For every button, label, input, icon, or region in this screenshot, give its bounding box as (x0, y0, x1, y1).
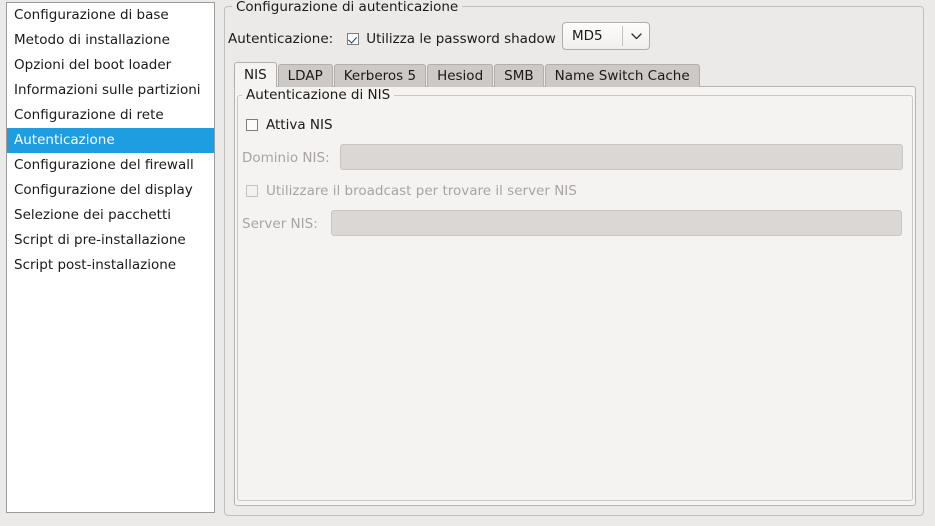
crypt-algorithm-dropdown[interactable]: MD5 (562, 22, 650, 50)
sidebar-item-label: Script di pre-installazione (14, 232, 186, 248)
enable-nis-label: Attiva NIS (266, 117, 333, 133)
navigation-list[interactable]: Configurazione di base Metodo di install… (6, 2, 215, 513)
sidebar-item-label: Configurazione di rete (14, 107, 164, 123)
nis-broadcast-label: Utilizzare il broadcast per trovare il s… (266, 183, 577, 199)
sidebar-item-configurazione-di-base[interactable]: Configurazione di base (7, 3, 214, 28)
sidebar-item-opzioni-del-boot-loader[interactable]: Opzioni del boot loader (7, 53, 214, 78)
nis-broadcast-checkbox: Utilizzare il broadcast per trovare il s… (246, 183, 577, 199)
nis-server-input (331, 210, 902, 236)
sidebar-item-autenticazione[interactable]: Autenticazione (7, 128, 214, 153)
sidebar-item-label: Configurazione di base (14, 7, 169, 23)
sidebar-item-informazioni-sulle-partizioni[interactable]: Informazioni sulle partizioni (7, 78, 214, 103)
nis-server-label: Server NIS: (242, 216, 318, 232)
shadow-password-label: Utilizza le password shadow (366, 31, 556, 47)
sidebar-item-configurazione-del-firewall[interactable]: Configurazione del firewall (7, 153, 214, 178)
nis-domain-label: Dominio NIS: (242, 150, 330, 166)
checkbox-check-icon[interactable] (347, 33, 360, 45)
tab-kerberos-5[interactable]: Kerberos 5 (333, 64, 427, 87)
sidebar-item-script-di-pre-installazione[interactable]: Script di pre-installazione (7, 228, 214, 253)
authentication-label: Autenticazione: (228, 31, 334, 47)
sidebar-item-selezione-dei-pacchetti[interactable]: Selezione dei pacchetti (7, 203, 214, 228)
sidebar-item-configurazione-del-display[interactable]: Configurazione del display (7, 178, 214, 203)
sidebar-item-label: Informazioni sulle partizioni (14, 82, 201, 98)
sidebar-item-label: Autenticazione (14, 132, 115, 148)
sidebar-item-label: Configurazione del display (14, 182, 193, 198)
tab-smb[interactable]: SMB (494, 64, 544, 87)
tab-hesiod[interactable]: Hesiod (427, 64, 494, 87)
sidebar-item-script-post-installazione[interactable]: Script post-installazione (7, 253, 214, 278)
shadow-password-checkbox[interactable]: Utilizza le password shadow (347, 31, 556, 47)
tab-ldap[interactable]: LDAP (277, 64, 333, 87)
tab-nis[interactable]: NIS (234, 62, 277, 87)
checkbox-box-icon[interactable] (246, 119, 258, 131)
nis-authentication-title: Autenticazione di NIS (242, 87, 395, 104)
sidebar-item-metodo-di-installazione[interactable]: Metodo di installazione (7, 28, 214, 53)
sidebar-item-label: Configurazione del firewall (14, 157, 194, 173)
chevron-down-icon[interactable] (623, 32, 649, 40)
sidebar-item-configurazione-di-rete[interactable]: Configurazione di rete (7, 103, 214, 128)
sidebar-item-label: Opzioni del boot loader (14, 57, 172, 73)
sidebar-item-label: Script post-installazione (14, 257, 177, 273)
sidebar-item-label: Metodo di installazione (14, 32, 170, 48)
nis-domain-input (340, 144, 903, 170)
crypt-algorithm-value: MD5 (572, 28, 603, 44)
checkbox-box-icon (246, 185, 258, 197)
enable-nis-checkbox[interactable]: Attiva NIS (246, 117, 333, 133)
sidebar-item-label: Selezione dei pacchetti (14, 207, 171, 223)
authentication-config-title: Configurazione di autenticazione (232, 0, 463, 16)
authentication-tabstrip[interactable]: NIS LDAP Kerberos 5 Hesiod SMB Name Swit… (234, 62, 701, 87)
tab-name-switch-cache[interactable]: Name Switch Cache (544, 64, 700, 87)
authentication-row: Autenticazione: Utilizza le password sha… (228, 25, 556, 53)
